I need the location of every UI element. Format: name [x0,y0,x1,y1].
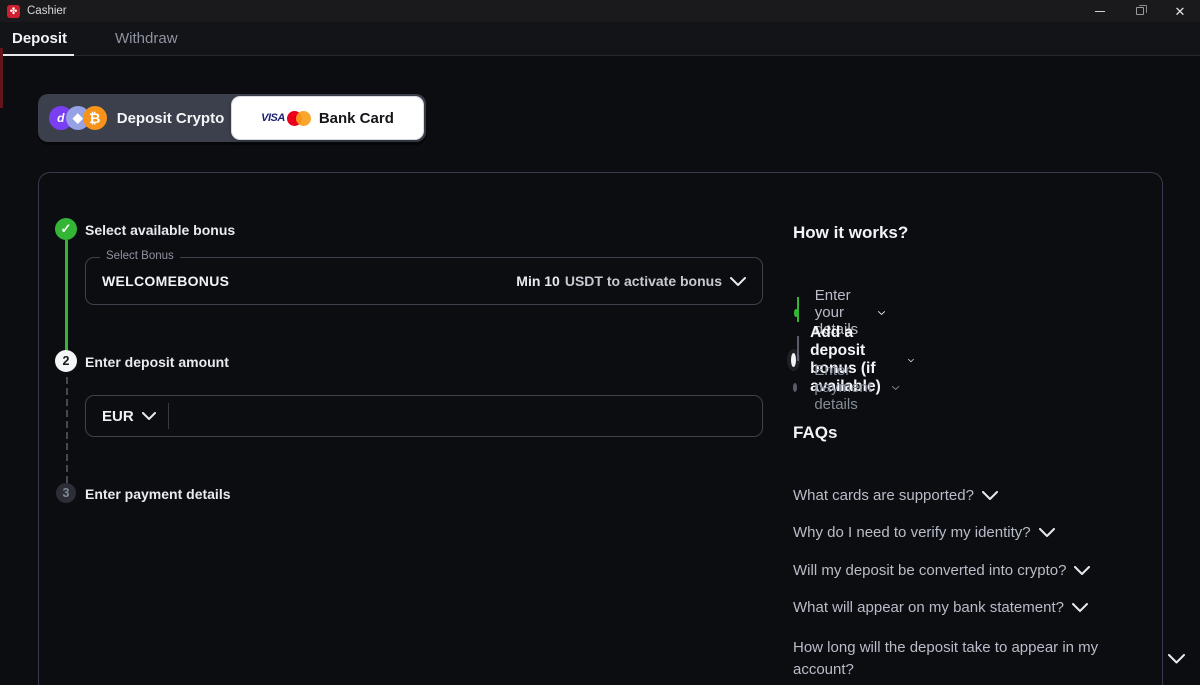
mastercard-icon [287,111,311,126]
chevron-down-icon [982,491,998,500]
chevron-down-icon [878,309,885,317]
step3-label: Enter payment details [85,486,231,502]
step2-number: 2 [55,350,77,372]
currency-select[interactable]: EUR [86,408,168,425]
step3-number: 3 [56,483,76,503]
step-connector-done [65,240,68,350]
chevron-down-icon [892,384,899,392]
faq-item-verify-identity[interactable]: Why do I need to verify my identity? [793,524,1055,541]
cashier-window: ✤ Cashier ✕ Deposit Withdraw d ◆ ₿ Depos… [0,0,1200,685]
minimize-button[interactable] [1080,0,1120,22]
visa-icon: VISA [261,112,285,124]
bank-card-label: Bank Card [319,110,394,127]
close-button[interactable]: ✕ [1160,0,1200,22]
deposit-method-toggle: d ◆ ₿ Deposit Crypto VISA Bank Card [38,94,426,142]
chevron-down-icon [908,356,914,365]
chevron-down-icon [1168,654,1185,664]
deposit-crypto-button[interactable]: d ◆ ₿ Deposit Crypto [41,97,232,139]
tabbar: Deposit Withdraw [0,22,1200,56]
how-it-works-title: How it works? [793,223,908,243]
faq-item-bank-statement[interactable]: What will appear on my bank statement? [793,599,1088,616]
chevron-down-icon [1072,603,1088,612]
faq-item-converted-crypto[interactable]: Will my deposit be converted into crypto… [793,562,1090,579]
bonus-hint: Min 10 USDT to activate bonus [516,273,746,289]
faq-item-cards-supported[interactable]: What cards are supported? [793,487,998,504]
faq-item-deposit-time[interactable]: How long will the deposit take to appear… [793,637,1185,681]
bitcoin-coin-icon: ₿ [83,106,107,130]
active-tab-indicator [0,54,74,56]
bonus-select-field[interactable]: Select Bonus WELCOMEBONUS Min 10 USDT to… [85,257,763,305]
maximize-icon [1136,7,1144,15]
chevron-down-icon[interactable] [730,277,746,286]
tab-withdraw[interactable]: Withdraw [103,22,190,56]
faqs-title: FAQs [793,423,837,443]
step-connector-pending [66,373,68,483]
window-title: Cashier [27,5,67,17]
step2-label: Enter deposit amount [85,354,229,370]
crypto-coins-icon: d ◆ ₿ [49,106,107,130]
left-accent-bar [0,48,3,108]
close-icon: ✕ [1175,5,1186,18]
chevron-down-icon [1039,528,1055,537]
tab-deposit[interactable]: Deposit [0,22,79,56]
step-dot-pending [793,383,797,392]
amount-input[interactable] [169,396,762,436]
step-dot-done [794,309,798,317]
chevron-down-icon [142,412,156,420]
maximize-button[interactable] [1120,0,1160,22]
deposit-crypto-label: Deposit Crypto [117,110,225,127]
minimize-icon [1095,11,1105,12]
app-logo-icon: ✤ [7,5,20,18]
window-controls: ✕ [1080,0,1200,22]
bonus-value: WELCOMEBONUS [102,273,229,289]
step1-label: Select available bonus [85,222,235,238]
deposit-panel: ✓ Select available bonus Select Bonus WE… [38,172,1163,685]
titlebar: ✤ Cashier ✕ [0,0,1200,22]
bonus-field-legend: Select Bonus [100,250,180,262]
chevron-down-icon [1074,566,1090,575]
step1-check-icon: ✓ [55,218,77,240]
hiw-item-payment-details[interactable]: Enter payment details [787,362,900,413]
deposit-amount-field: EUR [85,395,763,437]
bank-card-button[interactable]: VISA Bank Card [232,97,423,139]
